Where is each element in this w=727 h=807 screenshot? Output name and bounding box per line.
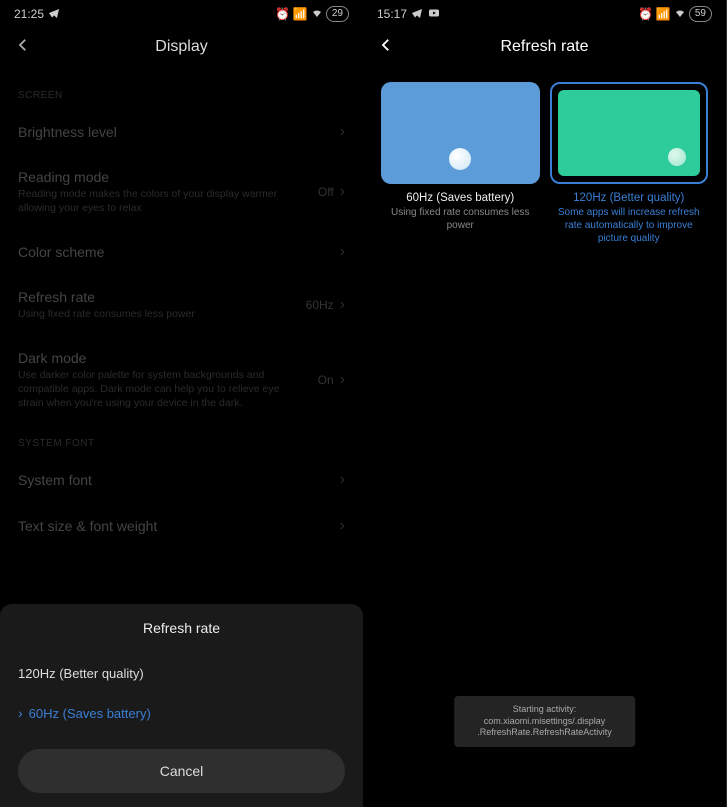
page-title: Display bbox=[155, 38, 207, 56]
row-title: Reading mode bbox=[18, 169, 308, 185]
chevron-right-icon: › bbox=[340, 296, 345, 314]
page-title: Refresh rate bbox=[500, 38, 588, 56]
signal-icon: 📶 bbox=[656, 7, 671, 21]
youtube-icon bbox=[427, 7, 441, 22]
row-value: On bbox=[318, 373, 334, 387]
reading-mode-row[interactable]: Reading mode Reading mode makes the colo… bbox=[0, 155, 363, 229]
chevron-right-icon: › bbox=[340, 517, 345, 535]
option-120hz[interactable]: 120Hz (Better quality) bbox=[18, 654, 345, 693]
chevron-right-icon: › bbox=[340, 123, 345, 141]
row-title: Refresh rate bbox=[18, 289, 296, 305]
battery-indicator: 29 bbox=[326, 6, 349, 22]
alarm-icon: ⏰ bbox=[638, 7, 653, 21]
refresh-rate-sheet: Refresh rate 120Hz (Better quality) 60Hz… bbox=[0, 604, 363, 807]
card-subtitle: Using fixed rate consumes less power bbox=[381, 206, 540, 232]
alarm-icon: ⏰ bbox=[275, 7, 290, 21]
chevron-right-icon: › bbox=[340, 371, 345, 389]
status-bar: 21:25 ⏰ 📶 29 bbox=[0, 0, 363, 26]
row-title: Text size & font weight bbox=[18, 518, 330, 534]
activity-toast: Starting activity: com.xiaomi.misettings… bbox=[454, 696, 636, 747]
dark-mode-row[interactable]: Dark mode Use darker color palette for s… bbox=[0, 336, 363, 425]
system-font-row[interactable]: System font › bbox=[0, 457, 363, 503]
card-preview bbox=[550, 82, 709, 184]
cancel-button[interactable]: Cancel bbox=[18, 749, 345, 793]
chevron-right-icon: › bbox=[340, 183, 345, 201]
sheet-title: Refresh rate bbox=[18, 620, 345, 636]
chevron-right-icon: › bbox=[340, 243, 345, 261]
settings-list: SCREEN Brightness level › Reading mode R… bbox=[0, 76, 363, 549]
row-title: Brightness level bbox=[18, 124, 330, 140]
color-scheme-row[interactable]: Color scheme › bbox=[0, 229, 363, 275]
option-60hz[interactable]: 60Hz (Saves battery) bbox=[18, 693, 345, 733]
ball-icon bbox=[449, 148, 471, 170]
refresh-rate-row[interactable]: Refresh rate Using fixed rate consumes l… bbox=[0, 275, 363, 335]
row-value: 60Hz bbox=[306, 298, 334, 312]
refresh-rate-screen: 15:17 ⏰ 📶 59 Refresh rate 60 bbox=[363, 0, 726, 807]
card-preview bbox=[381, 82, 540, 184]
status-time: 15:17 bbox=[377, 7, 407, 21]
row-title: System font bbox=[18, 472, 330, 488]
option-label: 60Hz (Saves battery) bbox=[29, 706, 151, 721]
card-title: 60Hz (Saves battery) bbox=[406, 192, 514, 204]
header: Display bbox=[0, 26, 363, 76]
row-subtitle: Reading mode makes the colors of your di… bbox=[18, 187, 308, 215]
row-title: Dark mode bbox=[18, 350, 308, 366]
status-time: 21:25 bbox=[14, 7, 44, 21]
brightness-row[interactable]: Brightness level › bbox=[0, 109, 363, 155]
refresh-rate-cards: 60Hz (Saves battery) Using fixed rate co… bbox=[363, 82, 726, 245]
display-settings-screen: 21:25 ⏰ 📶 29 Display SCREEN Brightness l… bbox=[0, 0, 363, 807]
card-subtitle: Some apps will increase refresh rate aut… bbox=[550, 206, 709, 245]
row-value: Off bbox=[318, 185, 334, 199]
card-60hz[interactable]: 60Hz (Saves battery) Using fixed rate co… bbox=[381, 82, 540, 245]
back-icon[interactable] bbox=[377, 36, 395, 58]
row-subtitle: Use darker color palette for system back… bbox=[18, 368, 308, 411]
signal-icon: 📶 bbox=[293, 7, 308, 21]
wifi-icon bbox=[674, 7, 686, 22]
row-subtitle: Using fixed rate consumes less power bbox=[18, 307, 296, 321]
section-screen: SCREEN bbox=[0, 76, 363, 109]
header: Refresh rate bbox=[363, 26, 726, 76]
battery-indicator: 59 bbox=[689, 6, 712, 22]
card-title: 120Hz (Better quality) bbox=[573, 192, 684, 204]
row-title: Color scheme bbox=[18, 244, 330, 260]
back-icon[interactable] bbox=[14, 36, 32, 58]
ball-icon bbox=[668, 148, 686, 166]
telegram-icon bbox=[411, 7, 423, 22]
telegram-icon bbox=[48, 7, 60, 22]
card-120hz[interactable]: 120Hz (Better quality) Some apps will in… bbox=[550, 82, 709, 245]
chevron-right-icon: › bbox=[340, 471, 345, 489]
status-bar: 15:17 ⏰ 📶 59 bbox=[363, 0, 726, 26]
section-font: SYSTEM FONT bbox=[0, 424, 363, 457]
wifi-icon bbox=[311, 7, 323, 22]
text-size-row[interactable]: Text size & font weight › bbox=[0, 503, 363, 549]
